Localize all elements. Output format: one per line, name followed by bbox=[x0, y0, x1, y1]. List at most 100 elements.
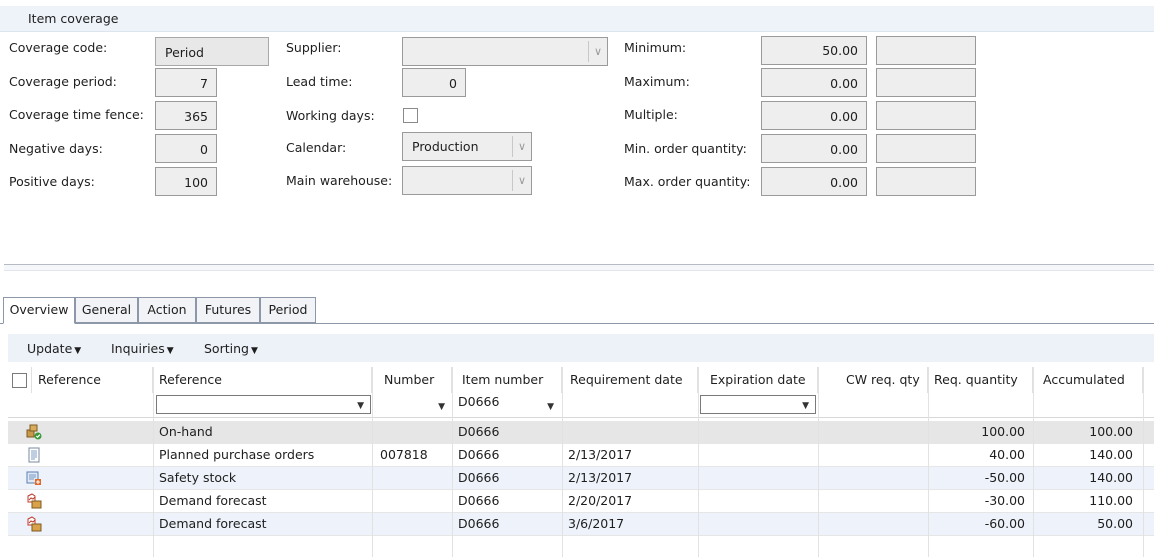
caret-down-icon: ▼ bbox=[802, 401, 809, 411]
column-header-item-number[interactable]: Item number bbox=[452, 367, 562, 393]
table-row[interactable]: Planned purchase orders 007818 D0666 2/1… bbox=[8, 444, 1154, 467]
accumulated-cell: 50.00 bbox=[1097, 516, 1133, 531]
table-row[interactable]: Safety stock D0666 2/13/2017 -50.00 140.… bbox=[8, 467, 1154, 490]
section-title: Item coverage bbox=[28, 11, 119, 26]
item-number-cell: D0666 bbox=[458, 470, 500, 485]
maximum-unit-field[interactable] bbox=[876, 68, 976, 97]
tab-overview[interactable]: Overview bbox=[3, 297, 75, 324]
item-number-cell: D0666 bbox=[458, 447, 500, 462]
select-all-header bbox=[8, 367, 32, 393]
main-warehouse-label: Main warehouse: bbox=[286, 173, 393, 188]
minimum-field[interactable]: 50.00 bbox=[761, 36, 867, 65]
coverage-period-field[interactable]: 7 bbox=[155, 68, 217, 97]
req-quantity-cell: -50.00 bbox=[984, 470, 1025, 485]
accumulated-cell: 100.00 bbox=[1089, 424, 1133, 439]
coverage-code-field[interactable]: Period bbox=[155, 37, 269, 66]
reference-cell: Demand forecast bbox=[159, 493, 267, 508]
column-divider bbox=[698, 367, 699, 557]
calendar-label: Calendar: bbox=[286, 140, 347, 155]
table-row[interactable]: Demand forecast D0666 2/20/2017 -30.00 1… bbox=[8, 490, 1154, 513]
column-header-reference-type[interactable]: Reference bbox=[32, 367, 153, 393]
chevron-down-icon[interactable]: ∨ bbox=[512, 170, 531, 191]
number-filter-dropdown[interactable]: ▼ bbox=[374, 395, 449, 414]
chevron-down-icon[interactable]: ∨ bbox=[512, 136, 531, 157]
update-menu-button[interactable]: Update ▼ bbox=[27, 341, 81, 356]
reference-filter-dropdown[interactable]: ▼ bbox=[156, 395, 371, 414]
coverage-time-fence-label: Coverage time fence: bbox=[9, 107, 144, 122]
tab-period[interactable]: Period bbox=[260, 297, 316, 323]
maximum-field[interactable]: 0.00 bbox=[761, 68, 867, 97]
inquiries-label: Inquiries bbox=[111, 341, 165, 356]
req-quantity-cell: -30.00 bbox=[984, 493, 1025, 508]
calendar-dropdown[interactable]: Production ∨ bbox=[402, 132, 532, 161]
column-header-expiration-date[interactable]: Expiration date bbox=[698, 367, 818, 393]
number-cell: 007818 bbox=[380, 447, 428, 462]
inquiries-menu-button[interactable]: Inquiries ▼ bbox=[111, 341, 174, 356]
expiration-date-filter-dropdown[interactable]: ▼ bbox=[700, 395, 816, 414]
req-quantity-cell: -60.00 bbox=[984, 516, 1025, 531]
max-order-unit-field[interactable] bbox=[876, 167, 976, 196]
accumulated-cell: 140.00 bbox=[1089, 447, 1133, 462]
item-number-filter-dropdown[interactable]: D0666 ▼ bbox=[454, 394, 560, 414]
pane-splitter[interactable] bbox=[4, 264, 1154, 271]
reference-cell: Safety stock bbox=[159, 470, 237, 485]
action-toolbar: Update ▼ Inquiries ▼ Sorting ▼ bbox=[8, 334, 1154, 362]
min-order-quantity-label: Min. order quantity: bbox=[624, 141, 747, 156]
column-header-req-quantity[interactable]: Req. quantity bbox=[928, 367, 1033, 393]
caret-down-icon: ▼ bbox=[357, 401, 364, 411]
requirement-date-cell: 2/13/2017 bbox=[568, 470, 633, 485]
req-quantity-cell: 100.00 bbox=[981, 424, 1025, 439]
item-number-filter-value: D0666 bbox=[458, 394, 500, 409]
column-header-accumulated[interactable]: Accumulated bbox=[1033, 367, 1143, 393]
working-days-label: Working days: bbox=[286, 108, 375, 123]
lead-time-field[interactable]: 0 bbox=[402, 68, 466, 97]
multiple-label: Multiple: bbox=[624, 107, 678, 122]
tab-strip-border bbox=[0, 323, 1154, 324]
positive-days-label: Positive days: bbox=[9, 174, 95, 189]
column-header-reference[interactable]: Reference bbox=[153, 367, 372, 393]
chevron-down-icon[interactable]: ∨ bbox=[588, 41, 607, 62]
lead-time-label: Lead time: bbox=[286, 74, 353, 89]
column-divider bbox=[818, 367, 819, 557]
accumulated-cell: 110.00 bbox=[1089, 493, 1133, 508]
working-days-checkbox[interactable] bbox=[403, 108, 418, 123]
table-row[interactable]: Demand forecast D0666 3/6/2017 -60.00 50… bbox=[8, 513, 1154, 536]
column-divider bbox=[452, 367, 453, 557]
item-number-cell: D0666 bbox=[458, 493, 500, 508]
update-label: Update bbox=[27, 341, 73, 356]
coverage-time-fence-field[interactable]: 365 bbox=[155, 101, 217, 130]
negative-days-label: Negative days: bbox=[9, 141, 103, 156]
item-number-cell: D0666 bbox=[458, 424, 500, 439]
requirement-date-cell: 3/6/2017 bbox=[568, 516, 625, 531]
min-order-unit-field[interactable] bbox=[876, 134, 976, 163]
column-divider bbox=[562, 367, 563, 557]
sorting-menu-button[interactable]: Sorting ▼ bbox=[204, 341, 258, 356]
coverage-period-label: Coverage period: bbox=[9, 74, 117, 89]
tab-general[interactable]: General bbox=[75, 297, 138, 323]
requirement-date-cell: 2/13/2017 bbox=[568, 447, 633, 462]
multiple-field[interactable]: 0.00 bbox=[761, 101, 867, 130]
caret-down-icon: ▼ bbox=[547, 402, 554, 412]
negative-days-field[interactable]: 0 bbox=[155, 134, 217, 163]
positive-days-field[interactable]: 100 bbox=[155, 167, 217, 196]
item-coverage-header: Item coverage bbox=[0, 6, 1154, 32]
column-header-cw-req-qty[interactable]: CW req. qty bbox=[818, 367, 928, 393]
min-order-quantity-field[interactable]: 0.00 bbox=[761, 134, 867, 163]
safety-stock-icon bbox=[26, 471, 41, 485]
item-number-cell: D0666 bbox=[458, 516, 500, 531]
tab-action[interactable]: Action bbox=[138, 297, 196, 323]
tab-futures[interactable]: Futures bbox=[196, 297, 260, 323]
table-row[interactable]: On-hand D0666 100.00 100.00 bbox=[8, 421, 1154, 444]
minimum-label: Minimum: bbox=[624, 40, 687, 55]
minimum-unit-field[interactable] bbox=[876, 36, 976, 65]
grid-filter-row: ▼ ▼ D0666 ▼ ▼ bbox=[8, 393, 1154, 418]
main-warehouse-dropdown[interactable]: ∨ bbox=[402, 166, 532, 195]
select-all-checkbox[interactable] bbox=[12, 373, 27, 388]
supplier-dropdown[interactable]: ∨ bbox=[402, 37, 608, 66]
max-order-quantity-field[interactable]: 0.00 bbox=[761, 167, 867, 196]
column-divider bbox=[1033, 367, 1034, 557]
column-header-number[interactable]: Number bbox=[372, 367, 452, 393]
multiple-unit-field[interactable] bbox=[876, 101, 976, 130]
column-header-requirement-date[interactable]: Requirement date bbox=[562, 367, 698, 393]
planned-purchase-order-icon bbox=[28, 447, 40, 463]
